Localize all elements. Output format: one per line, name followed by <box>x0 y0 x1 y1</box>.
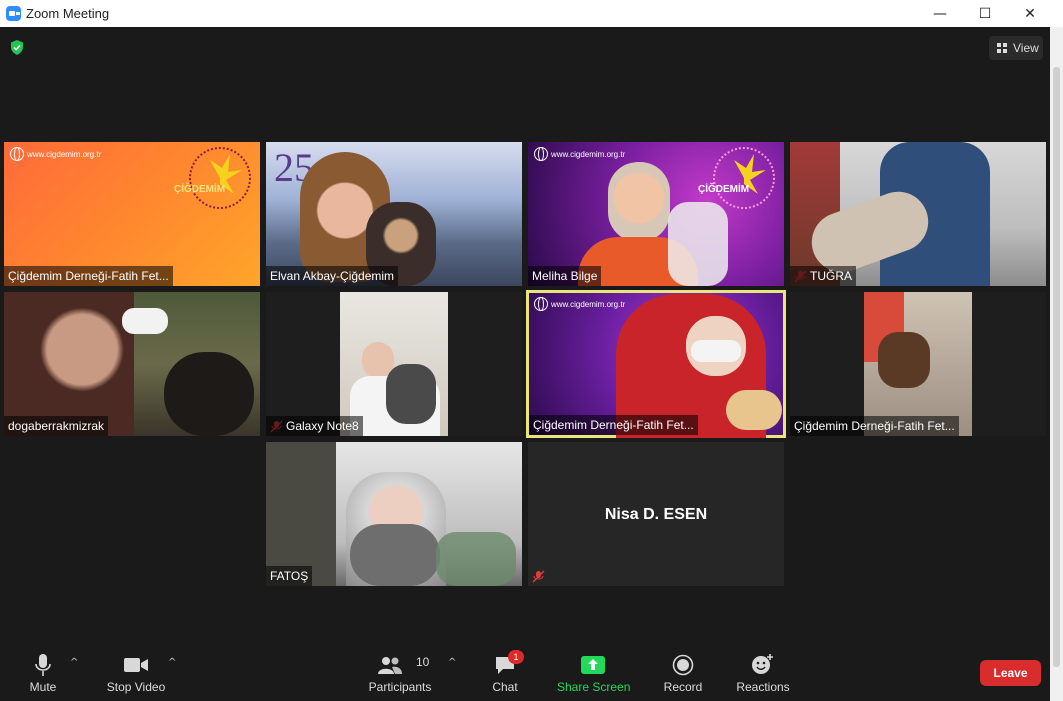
stop-video-button[interactable]: Stop Video <box>100 647 172 701</box>
stop-video-label: Stop Video <box>106 680 166 694</box>
participant-name: Çiğdemim Derneği-Fatih Fet... <box>790 416 959 436</box>
scrollbar-thumb[interactable] <box>1053 67 1060 667</box>
gallery-grid-icon <box>997 43 1007 53</box>
video-tile[interactable]: Çiğdemim Derneği-Fatih Fet... <box>790 292 1046 436</box>
participants-count: 10 <box>416 655 430 669</box>
participant-name: Çiğdemim Derneği-Fatih Fet... <box>4 266 173 286</box>
share-screen-label: Share Screen <box>557 680 631 694</box>
reactions-smiley-icon <box>752 654 773 674</box>
reactions-button[interactable]: Reactions <box>734 647 792 701</box>
video-tile-video-off[interactable]: Nisa D. ESEN <box>528 442 784 586</box>
website-watermark: www.cigdemim.org.tr <box>534 297 625 311</box>
participant-name: TUĞRA <box>790 266 856 286</box>
video-tile[interactable]: 25 Elvan Akbay-Çiğdemim <box>266 142 522 286</box>
participant-body <box>436 532 516 586</box>
encryption-shield-icon[interactable] <box>10 40 24 55</box>
video-tile[interactable]: TUĞRA <box>790 142 1046 286</box>
leave-button[interactable]: Leave <box>980 660 1041 686</box>
mute-label: Mute <box>29 680 57 694</box>
title-bar: Zoom Meeting — ☐ ✕ <box>0 0 1063 27</box>
logo-text: ÇİĞDEMİM <box>174 184 226 195</box>
microphone-icon <box>35 654 51 676</box>
participant-name: Meliha Bilge <box>528 266 602 286</box>
chat-label: Chat <box>492 680 518 694</box>
share-screen-icon <box>581 656 605 674</box>
video-tile[interactable]: Galaxy Note8 <box>266 292 522 436</box>
background-window <box>266 442 336 586</box>
participants-options-caret[interactable]: ^ <box>448 657 456 668</box>
participant-name: Galaxy Note8 <box>266 416 363 436</box>
mute-button[interactable]: Mute <box>18 647 68 701</box>
record-button[interactable]: Record <box>658 647 708 701</box>
participant-name: dogaberrakmizrak <box>4 416 109 436</box>
minimize-button[interactable]: — <box>917 0 963 27</box>
window-title: Zoom Meeting <box>26 6 110 21</box>
audio-options-caret[interactable]: ^ <box>70 657 78 668</box>
face-mask <box>122 308 168 334</box>
participants-label: Participants <box>368 680 432 694</box>
website-watermark: www.cigdemim.org.tr <box>534 147 625 161</box>
video-tile[interactable]: www.cigdemim.org.tr ÇİĞDEMİM Meliha Bilg… <box>528 142 784 286</box>
muted-mic-icon <box>532 570 545 583</box>
record-icon <box>672 654 694 676</box>
face-mask <box>691 340 741 362</box>
logo-text: ÇİĞDEMİM <box>698 184 750 195</box>
participant-video <box>4 292 134 436</box>
participants-icon <box>377 657 402 674</box>
object-in-hand <box>726 390 782 430</box>
globe-icon <box>534 297 548 311</box>
cat-video <box>668 202 728 286</box>
zoom-app-icon <box>6 6 21 21</box>
website-watermark: www.cigdemim.org.tr <box>10 147 101 161</box>
video-tile[interactable]: FATOŞ <box>266 442 522 586</box>
view-label: View <box>1013 41 1039 55</box>
globe-icon <box>534 147 548 161</box>
share-screen-button[interactable]: Share Screen <box>557 647 631 701</box>
video-tile[interactable]: dogaberrakmizrak <box>4 292 260 436</box>
participant-name: Çiğdemim Derneği-Fatih Fet... <box>529 415 698 435</box>
dog-video <box>878 332 930 388</box>
cigdemim-logo <box>189 147 251 209</box>
maximize-button[interactable]: ☐ <box>962 0 1008 27</box>
video-tile-active-speaker[interactable]: www.cigdemim.org.tr Çiğdemim Derneği-Fat… <box>526 290 786 438</box>
reactions-label: Reactions <box>736 680 790 694</box>
dog-video <box>164 352 254 436</box>
video-tile[interactable]: www.cigdemim.org.tr ÇİĞDEMİM Çiğdemim De… <box>4 142 260 286</box>
globe-icon <box>10 147 24 161</box>
dog-video <box>350 524 440 586</box>
participant-display-name: Nisa D. ESEN <box>604 506 708 523</box>
record-label: Record <box>663 680 703 694</box>
scrollbar[interactable] <box>1050 27 1063 701</box>
chat-unread-badge: 1 <box>508 650 524 664</box>
participant-name: Elvan Akbay-Çiğdemim <box>266 266 399 286</box>
video-camera-icon <box>124 658 148 672</box>
view-button[interactable]: View <box>989 36 1043 60</box>
participant-name: FATOŞ <box>266 566 313 586</box>
video-options-caret[interactable]: ^ <box>168 657 176 668</box>
dog-video <box>386 364 436 424</box>
participant-video <box>608 162 670 242</box>
close-button[interactable]: ✕ <box>1007 0 1053 27</box>
